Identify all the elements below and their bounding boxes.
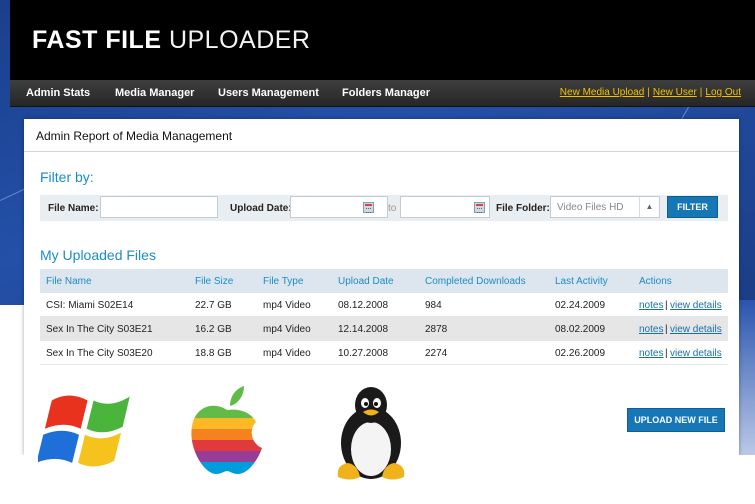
upload-new-file-button[interactable]: UPLOAD NEW FILE [627, 408, 725, 432]
cell-upload-date: 10.27.2008 [338, 348, 389, 359]
app-header: FAST FILE UPLOADER [10, 0, 755, 80]
file-name-input[interactable] [100, 196, 218, 218]
col-file-type[interactable]: File Type [263, 276, 303, 287]
cell-downloads: 2274 [425, 348, 448, 359]
action-separator: | [665, 348, 668, 359]
view-details-link[interactable]: view details [670, 300, 722, 311]
nav-admin-stats[interactable]: Admin Stats [26, 87, 90, 99]
select-arrows-icon: ▲ [639, 197, 659, 217]
cell-last-activity: 02.24.2009 [555, 300, 606, 311]
file-folder-selected: Video Files HD [557, 202, 624, 213]
table-row: Sex In The City S03E20 18.8 GB mp4 Video… [40, 341, 728, 365]
cell-last-activity: 02.26.2009 [555, 348, 606, 359]
table-row: CSI: Miami S02E14 22.7 GB mp4 Video 08.1… [40, 293, 728, 317]
files-table: File Name File Size File Type Upload Dat… [40, 269, 728, 365]
cell-upload-date: 12.14.2008 [338, 324, 389, 335]
file-folder-select[interactable]: Video Files HD ▲ [550, 196, 660, 218]
cell-downloads: 2878 [425, 324, 448, 335]
date-from-input[interactable] [290, 196, 388, 218]
file-folder-label: File Folder: [496, 203, 550, 214]
upload-date-label: Upload Date: [230, 203, 292, 214]
notes-link[interactable]: notes [639, 300, 663, 311]
notes-link[interactable]: notes [639, 324, 663, 335]
date-to-input[interactable] [400, 196, 490, 218]
log-out-link[interactable]: Log Out [705, 87, 741, 98]
action-separator: | [665, 324, 668, 335]
col-actions: Actions [639, 276, 672, 287]
cell-upload-date: 08.12.2008 [338, 300, 389, 311]
apple-logo [191, 386, 263, 475]
nav-users-management[interactable]: Users Management [218, 87, 319, 99]
page-title: Admin Report of Media Management [36, 129, 233, 143]
nav-quick-links: New Media Upload | New User | Log Out [559, 87, 741, 98]
cell-last-activity: 08.02.2009 [555, 324, 606, 335]
notes-link[interactable]: notes [639, 348, 663, 359]
calendar-icon[interactable] [363, 202, 374, 213]
nav-media-manager[interactable]: Media Manager [115, 87, 194, 99]
action-separator: | [665, 300, 668, 311]
cell-file-size: 16.2 GB [195, 324, 232, 335]
col-last-activity[interactable]: Last Activity [555, 276, 608, 287]
view-details-link[interactable]: view details [670, 324, 722, 335]
date-to-label: to [388, 203, 397, 214]
table-row: Sex In The City S03E21 16.2 GB mp4 Video… [40, 317, 728, 341]
uploaded-files-heading: My Uploaded Files [40, 247, 156, 263]
app-logo: FAST FILE UPLOADER [32, 26, 311, 55]
cell-file-name: Sex In The City S03E21 [46, 324, 153, 335]
cell-file-type: mp4 Video [263, 300, 311, 311]
cell-file-size: 18.8 GB [195, 348, 232, 359]
logo-bold-text: FAST FILE [32, 26, 162, 54]
table-header: File Name File Size File Type Upload Dat… [40, 269, 728, 293]
cell-file-name: Sex In The City S03E20 [46, 348, 153, 359]
cell-file-name: CSI: Miami S02E14 [46, 300, 134, 311]
view-details-link[interactable]: view details [670, 348, 722, 359]
col-file-name[interactable]: File Name [46, 276, 92, 287]
col-completed-downloads[interactable]: Completed Downloads [425, 276, 526, 287]
filter-button[interactable]: FILTER [667, 196, 718, 218]
logo-thin-text: UPLOADER [168, 26, 311, 54]
filter-bar: File Name: Upload Date: to File Folder: … [40, 195, 728, 221]
nav-folders-manager[interactable]: Folders Manager [342, 87, 430, 99]
calendar-icon[interactable] [474, 202, 485, 213]
file-name-label: File Name: [48, 203, 99, 214]
cell-file-type: mp4 Video [263, 348, 311, 359]
filter-heading: Filter by: [40, 169, 94, 185]
linux-tux-logo [337, 387, 405, 480]
title-divider [24, 151, 739, 152]
cell-file-type: mp4 Video [263, 324, 311, 335]
windows-logo [38, 395, 130, 467]
col-file-size[interactable]: File Size [195, 276, 233, 287]
cell-downloads: 984 [425, 300, 442, 311]
col-upload-date[interactable]: Upload Date [338, 276, 394, 287]
cell-file-size: 22.7 GB [195, 300, 232, 311]
new-user-link[interactable]: New User [653, 87, 697, 98]
new-media-upload-link[interactable]: New Media Upload [560, 87, 645, 98]
main-nav: Admin Stats Media Manager Users Manageme… [10, 80, 755, 107]
